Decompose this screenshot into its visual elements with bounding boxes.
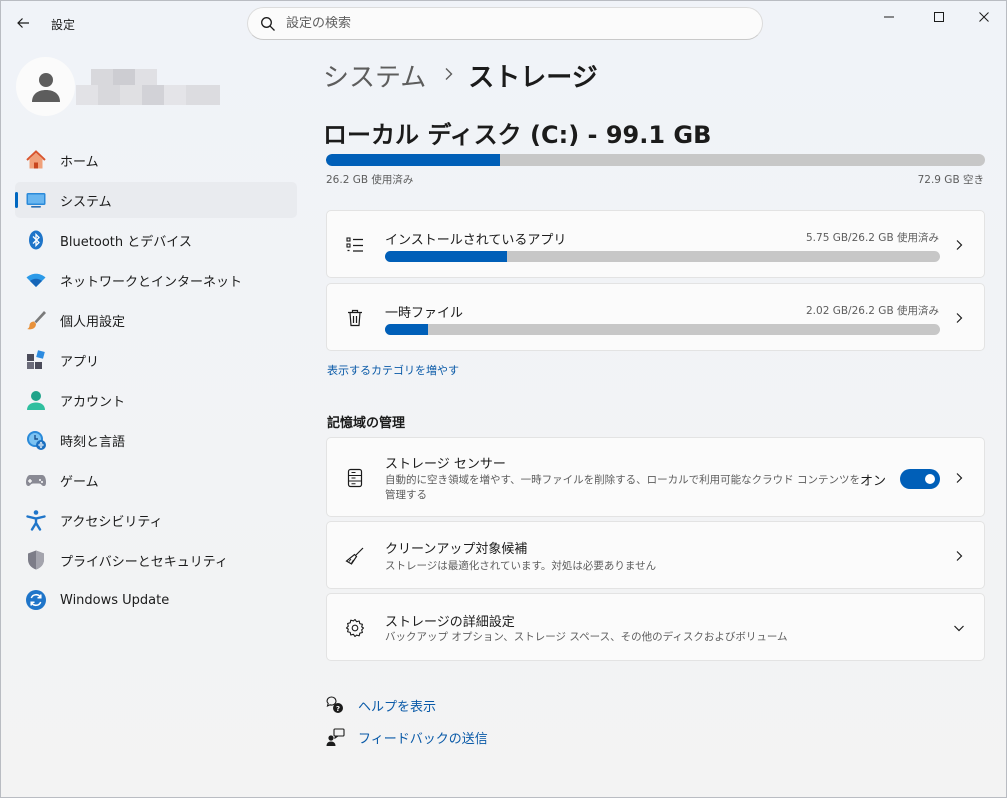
storage-drive-icon xyxy=(344,467,366,489)
minimize-icon xyxy=(884,16,894,18)
bluetooth-icon xyxy=(25,229,47,251)
disk-free-label: 72.9 GB 空き xyxy=(917,174,984,186)
help-link[interactable]: ? ヘルプを表示 xyxy=(325,694,436,716)
feedback-link-label: フィードバックの送信 xyxy=(358,731,488,747)
feedback-link[interactable]: フィードバックの送信 xyxy=(325,726,488,748)
category-usage-bar xyxy=(385,324,940,335)
profile-name-redacted xyxy=(76,69,220,109)
chevron-right-icon xyxy=(952,238,966,252)
sidebar-item-privacy-security[interactable]: プライバシーとセキュリティ xyxy=(15,542,297,578)
chevron-right-icon xyxy=(952,549,966,563)
category-usage-bar xyxy=(385,251,940,262)
category-usage: 5.75 GB/26.2 GB 使用済み xyxy=(806,232,939,244)
system-icon xyxy=(25,189,47,211)
disk-title: ローカル ディスク (C:) - 99.1 GB xyxy=(323,121,712,149)
sidebar-nav: ホーム システム Bluetooth とデバイス ネットワークとインターネット … xyxy=(15,142,297,622)
storage-sense-toggle-label: オン xyxy=(859,474,886,489)
svg-text:?: ? xyxy=(336,705,340,713)
page-title: ストレージ xyxy=(468,62,598,93)
update-icon xyxy=(25,589,47,611)
trash-icon xyxy=(344,307,366,329)
disk-usage-bar xyxy=(326,154,985,166)
chevron-right-icon xyxy=(952,311,966,325)
category-title: 一時ファイル xyxy=(385,306,464,321)
sidebar-item-system[interactable]: システム xyxy=(15,182,297,218)
sidebar-item-bluetooth[interactable]: Bluetooth とデバイス xyxy=(15,222,297,258)
list-icon xyxy=(344,234,366,256)
search-box[interactable] xyxy=(247,7,763,40)
help-link-label: ヘルプを表示 xyxy=(358,699,437,715)
gamepad-icon xyxy=(25,469,47,491)
maximize-button[interactable] xyxy=(916,1,962,33)
sidebar-item-personalization[interactable]: 個人用設定 xyxy=(15,302,297,338)
wifi-icon xyxy=(25,269,47,291)
breadcrumb: システム ストレージ xyxy=(323,57,598,93)
cleanup-description: ストレージは最適化されています。対処は必要ありません xyxy=(385,560,657,572)
account-icon xyxy=(25,389,47,411)
sidebar-item-home[interactable]: ホーム xyxy=(15,142,297,178)
sidebar-item-gaming[interactable]: ゲーム xyxy=(15,462,297,498)
title-bar: 設定 xyxy=(1,1,1006,45)
storage-sense-description: 自動的に空き領域を増やす、一時ファイルを削除する、ローカルで利用可能なクラウド … xyxy=(385,474,860,486)
close-icon xyxy=(979,12,989,22)
storage-management-heading: 記憶域の管理 xyxy=(327,416,406,431)
sidebar-item-time-language[interactable]: 時刻と言語 xyxy=(15,422,297,458)
sidebar-item-accounts[interactable]: アカウント xyxy=(15,382,297,418)
advanced-storage-settings-card[interactable]: ストレージの詳細設定 バックアップ オプション、ストレージ スペース、その他のデ… xyxy=(326,593,985,661)
time-language-icon xyxy=(25,429,47,451)
cleanup-title: クリーンアップ対象候補 xyxy=(385,542,528,557)
category-title: インストールされているアプリ xyxy=(385,233,567,248)
user-profile[interactable] xyxy=(16,57,306,117)
storage-sense-title: ストレージ センサー xyxy=(385,457,506,472)
brush-icon xyxy=(25,309,47,331)
sidebar-item-apps[interactable]: アプリ xyxy=(15,342,297,378)
category-installed-apps[interactable]: インストールされているアプリ 5.75 GB/26.2 GB 使用済み xyxy=(326,210,985,278)
show-more-categories-link[interactable]: 表示するカテゴリを増やす xyxy=(327,362,459,378)
disk-usage-fill xyxy=(326,154,500,166)
avatar xyxy=(16,57,75,116)
sidebar-item-windows-update[interactable]: Windows Update xyxy=(15,582,297,618)
back-arrow-icon xyxy=(17,18,29,28)
accessibility-icon xyxy=(25,509,47,531)
storage-sense-description-2: 管理する xyxy=(385,489,427,501)
advanced-settings-title: ストレージの詳細設定 xyxy=(385,615,515,630)
sidebar-item-accessibility[interactable]: アクセシビリティ xyxy=(15,502,297,538)
search-icon xyxy=(261,16,275,31)
settings-window: 設定 設定の検索 ホーム システム Bluetooth とデバイス ネットワーク… xyxy=(0,0,1007,798)
breadcrumb-chevron-icon xyxy=(444,65,454,86)
category-temp-files[interactable]: 一時ファイル 2.02 GB/26.2 GB 使用済み xyxy=(326,283,985,351)
broom-icon xyxy=(344,545,366,567)
chevron-right-icon xyxy=(952,471,966,485)
advanced-settings-description: バックアップ オプション、ストレージ スペース、その他のディスクおよびボリューム xyxy=(385,631,788,643)
breadcrumb-parent[interactable]: システム xyxy=(323,57,426,94)
person-icon xyxy=(31,72,60,102)
shield-icon xyxy=(25,549,47,571)
gear-icon xyxy=(344,617,366,639)
disk-used-label: 26.2 GB 使用済み xyxy=(326,174,414,186)
cleanup-recommendations-card[interactable]: クリーンアップ対象候補 ストレージは最適化されています。対処は必要ありません xyxy=(326,521,985,589)
back-button[interactable] xyxy=(12,12,34,34)
app-title: 設定 xyxy=(51,18,76,32)
category-usage-fill xyxy=(385,251,508,262)
home-icon xyxy=(25,149,47,171)
sidebar-item-network[interactable]: ネットワークとインターネット xyxy=(15,262,297,298)
feedback-icon xyxy=(325,727,345,747)
maximize-icon xyxy=(934,12,944,22)
category-usage-fill xyxy=(385,324,428,335)
help-icon: ? xyxy=(325,695,345,715)
chevron-down-icon xyxy=(952,621,966,635)
minimize-button[interactable] xyxy=(866,1,912,33)
close-button[interactable] xyxy=(961,1,1006,33)
search-input[interactable] xyxy=(286,16,726,31)
category-usage: 2.02 GB/26.2 GB 使用済み xyxy=(806,305,939,317)
toggle-knob xyxy=(925,474,935,484)
storage-sense-card[interactable]: ストレージ センサー 自動的に空き領域を増やす、一時ファイルを削除する、ローカル… xyxy=(326,437,985,517)
apps-icon xyxy=(25,349,47,371)
storage-sense-toggle[interactable] xyxy=(900,469,940,489)
